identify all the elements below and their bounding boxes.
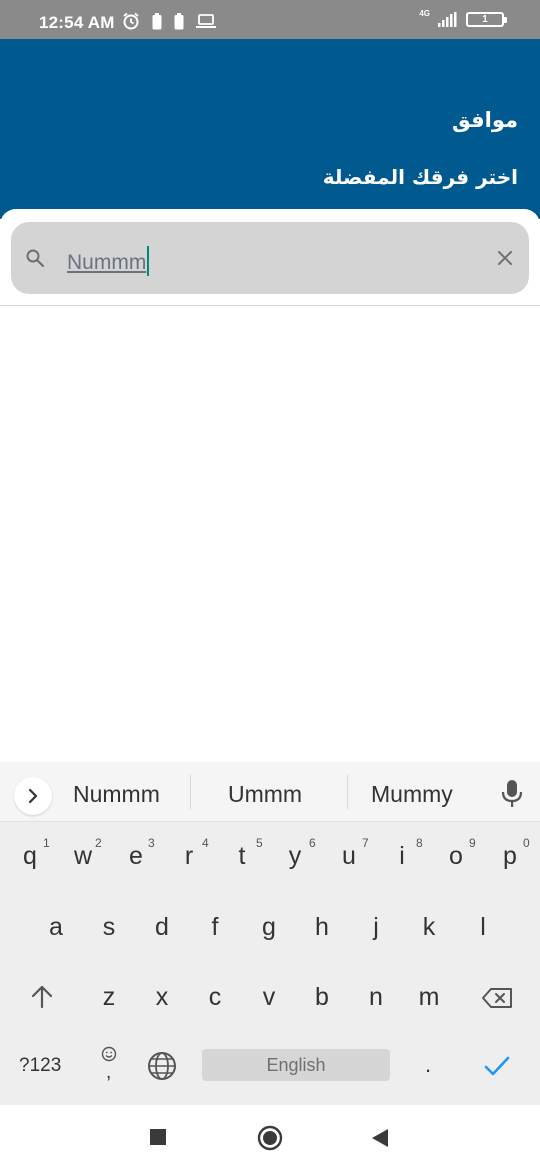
ok-button[interactable]: موافق	[452, 108, 518, 132]
page-subtitle: اختر فرقك المفضلة	[322, 165, 518, 189]
key-b[interactable]: b	[302, 983, 342, 1012]
key-a[interactable]: a	[36, 913, 76, 942]
key-v[interactable]: v	[249, 983, 289, 1012]
emoji-icon[interactable]	[101, 1046, 117, 1062]
key-hint: 1	[43, 836, 50, 850]
status-bar: 12:54 AM 4G 1	[0, 0, 540, 39]
key-c[interactable]: c	[195, 983, 235, 1012]
key-x[interactable]: x	[142, 983, 182, 1012]
suggestion-divider	[190, 775, 191, 809]
key-s[interactable]: s	[89, 913, 129, 942]
key-f[interactable]: f	[195, 913, 235, 942]
header: موافق اختر فرقك المفضلة	[0, 39, 540, 219]
keyboard: Nummm Ummm Mummy q w e r t y u i o p 1 2…	[0, 762, 540, 1105]
battery-saver-icon	[174, 12, 184, 29]
key-hint: 8	[416, 836, 423, 850]
key-hint: 7	[362, 836, 369, 850]
status-icons-left	[122, 12, 216, 30]
status-time: 12:54 AM	[39, 13, 115, 32]
search-box[interactable]: Nummm	[11, 222, 529, 294]
search-icon	[26, 249, 45, 268]
space-bar[interactable]: English	[202, 1049, 390, 1081]
suggestion-3[interactable]: Mummy	[371, 781, 453, 808]
key-h[interactable]: h	[302, 913, 342, 942]
back-icon[interactable]	[372, 1129, 388, 1147]
navigation-bar	[0, 1105, 540, 1170]
recents-icon[interactable]	[150, 1129, 166, 1145]
symbols-key[interactable]: ?123	[19, 1055, 61, 1077]
key-n[interactable]: n	[356, 983, 396, 1012]
suggestion-bar: Nummm Ummm Mummy	[0, 762, 540, 822]
key-l[interactable]: l	[463, 913, 503, 942]
close-icon[interactable]	[495, 248, 515, 268]
laptop-icon	[196, 14, 216, 28]
key-hint: 3	[148, 836, 155, 850]
key-hint: 6	[309, 836, 316, 850]
signal-icon	[438, 12, 457, 27]
mic-icon[interactable]	[500, 779, 524, 809]
search-sheet: Nummm	[0, 209, 540, 762]
key-hint: 5	[256, 836, 263, 850]
shift-icon[interactable]	[30, 984, 54, 1010]
comma-key[interactable]: ,	[106, 1062, 111, 1084]
backspace-icon[interactable]	[481, 987, 513, 1009]
key-m[interactable]: m	[409, 983, 449, 1012]
check-icon[interactable]	[484, 1055, 510, 1077]
key-hint: 0	[523, 836, 530, 850]
space-bar-label: English	[266, 1054, 326, 1075]
globe-icon[interactable]	[147, 1051, 177, 1081]
suggestion-1[interactable]: Nummm	[73, 781, 160, 808]
alarm-icon	[123, 12, 139, 30]
key-k[interactable]: k	[409, 913, 449, 942]
key-g[interactable]: g	[249, 913, 289, 942]
home-icon[interactable]	[257, 1125, 283, 1151]
key-hint: 2	[95, 836, 102, 850]
key-j[interactable]: j	[356, 913, 396, 942]
chevron-right-icon	[28, 788, 38, 804]
key-hint: 4	[202, 836, 209, 850]
divider	[0, 305, 540, 306]
suggestion-divider	[347, 775, 348, 809]
status-icons-right: 4G 1	[419, 9, 507, 27]
text-caret	[147, 246, 150, 276]
network-type: 4G	[419, 9, 430, 18]
expand-toolbar-button[interactable]	[14, 777, 52, 815]
key-d[interactable]: d	[142, 913, 182, 942]
key-z[interactable]: z	[89, 983, 129, 1012]
battery-icon: 1	[466, 12, 507, 27]
search-input[interactable]: Nummm	[67, 246, 150, 276]
period-key[interactable]: .	[425, 1052, 431, 1078]
suggestion-2[interactable]: Ummm	[228, 781, 302, 808]
key-hint: 9	[469, 836, 476, 850]
battery-saver-icon	[152, 12, 162, 29]
battery-level: 1	[482, 14, 488, 25]
search-input-value: Nummm	[67, 251, 147, 274]
